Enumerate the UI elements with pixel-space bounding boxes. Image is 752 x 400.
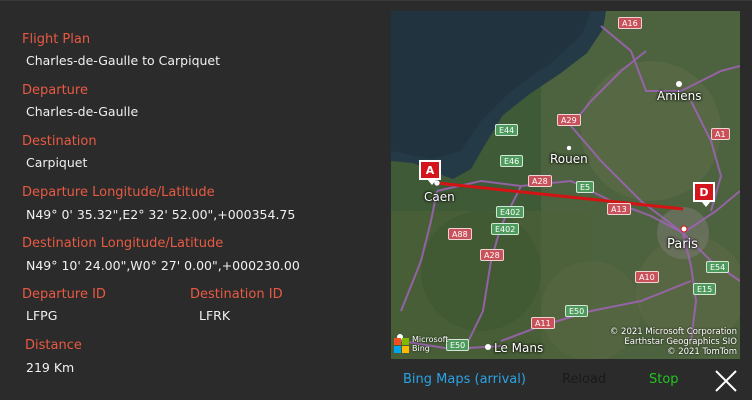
close-button[interactable]	[712, 367, 740, 395]
destination-coords-value: N49° 10' 24.00",W0° 27' 0.00",+000230.00	[26, 258, 300, 273]
route-end-marker[interactable]: D	[693, 182, 715, 207]
close-icon	[715, 370, 737, 392]
flight-info-panel: Flight Plan Charles-de-Gaulle to Carpiqu…	[0, 0, 752, 400]
road-shield-a88: A88	[448, 228, 472, 240]
distance-value: 219 Km	[26, 360, 75, 375]
logo-microsoft-text: Microsoft	[412, 335, 449, 344]
copyright-line-1: © 2021 Microsoft Corporation	[609, 327, 737, 337]
road-shield-a1: A1	[711, 128, 730, 140]
copyright-line-3: © 2021 TomTom	[667, 347, 737, 357]
logo-bing-text: Bing	[412, 344, 430, 353]
road-shield-e54: E54	[706, 261, 730, 273]
departure-coords-label: Departure Longitude/Latitude	[22, 185, 215, 200]
road-shield-e5: E5	[576, 181, 595, 193]
road-shield-e44: E44	[495, 124, 519, 136]
departure-label: Departure	[22, 83, 88, 98]
road-shield-e46: E46	[500, 155, 524, 167]
road-shield-e15: E15	[693, 283, 717, 295]
city-rouen: Rouen	[550, 152, 588, 166]
departure-coords-value: N49° 0' 35.32",E2° 32' 52.00",+000354.75	[26, 207, 296, 222]
reload-button[interactable]: Reload	[562, 372, 606, 387]
road-shield-a13: A13	[607, 203, 631, 215]
departure-id-value: LFPG	[26, 308, 58, 323]
city-amiens: Amiens	[657, 89, 702, 103]
destination-coords-label: Destination Longitude/Latitude	[22, 236, 224, 251]
road-shield-e402-b: E402	[491, 223, 520, 235]
city-caen: Caen	[424, 190, 455, 204]
road-shield-e402: E402	[496, 206, 525, 218]
flight-plan-label: Flight Plan	[22, 32, 91, 47]
departure-value: Charles-de-Gaulle	[26, 104, 139, 119]
route-start-marker[interactable]: A	[419, 160, 441, 185]
microsoft-bing-logo: Microsoft Bing	[393, 334, 453, 356]
distance-label: Distance	[25, 338, 82, 353]
flight-plan-value: Charles-de-Gaulle to Carpiquet	[26, 53, 221, 68]
copyright-line-2: Earthstar Geographics SIO	[624, 337, 737, 347]
road-shield-a28-south: A28	[480, 249, 504, 261]
road-shield-a16: A16	[618, 17, 642, 29]
road-shield-e50: E50	[565, 305, 589, 317]
road-shield-a11: A11	[531, 317, 555, 329]
map-copyright: © 2021 Microsoft Corporation Earthstar G…	[610, 327, 737, 357]
bing-maps-button[interactable]: Bing Maps (arrival)	[403, 372, 526, 387]
city-le-mans: Le Mans	[494, 341, 544, 355]
route-map[interactable]: Amiens Rouen Caen Paris Le Mans A16 A29 …	[391, 11, 740, 359]
destination-id-label: Destination ID	[190, 287, 283, 302]
city-paris: Paris	[667, 237, 698, 252]
road-shield-a10: A10	[635, 271, 659, 283]
destination-value: Carpiquet	[26, 155, 88, 170]
destination-label: Destination	[22, 134, 97, 149]
destination-id-value: LFRK	[199, 308, 231, 323]
stop-button[interactable]: Stop	[649, 372, 679, 387]
road-shield-a28-north: A28	[528, 175, 552, 187]
departure-id-label: Departure ID	[22, 287, 106, 302]
road-shield-a29: A29	[557, 114, 581, 126]
